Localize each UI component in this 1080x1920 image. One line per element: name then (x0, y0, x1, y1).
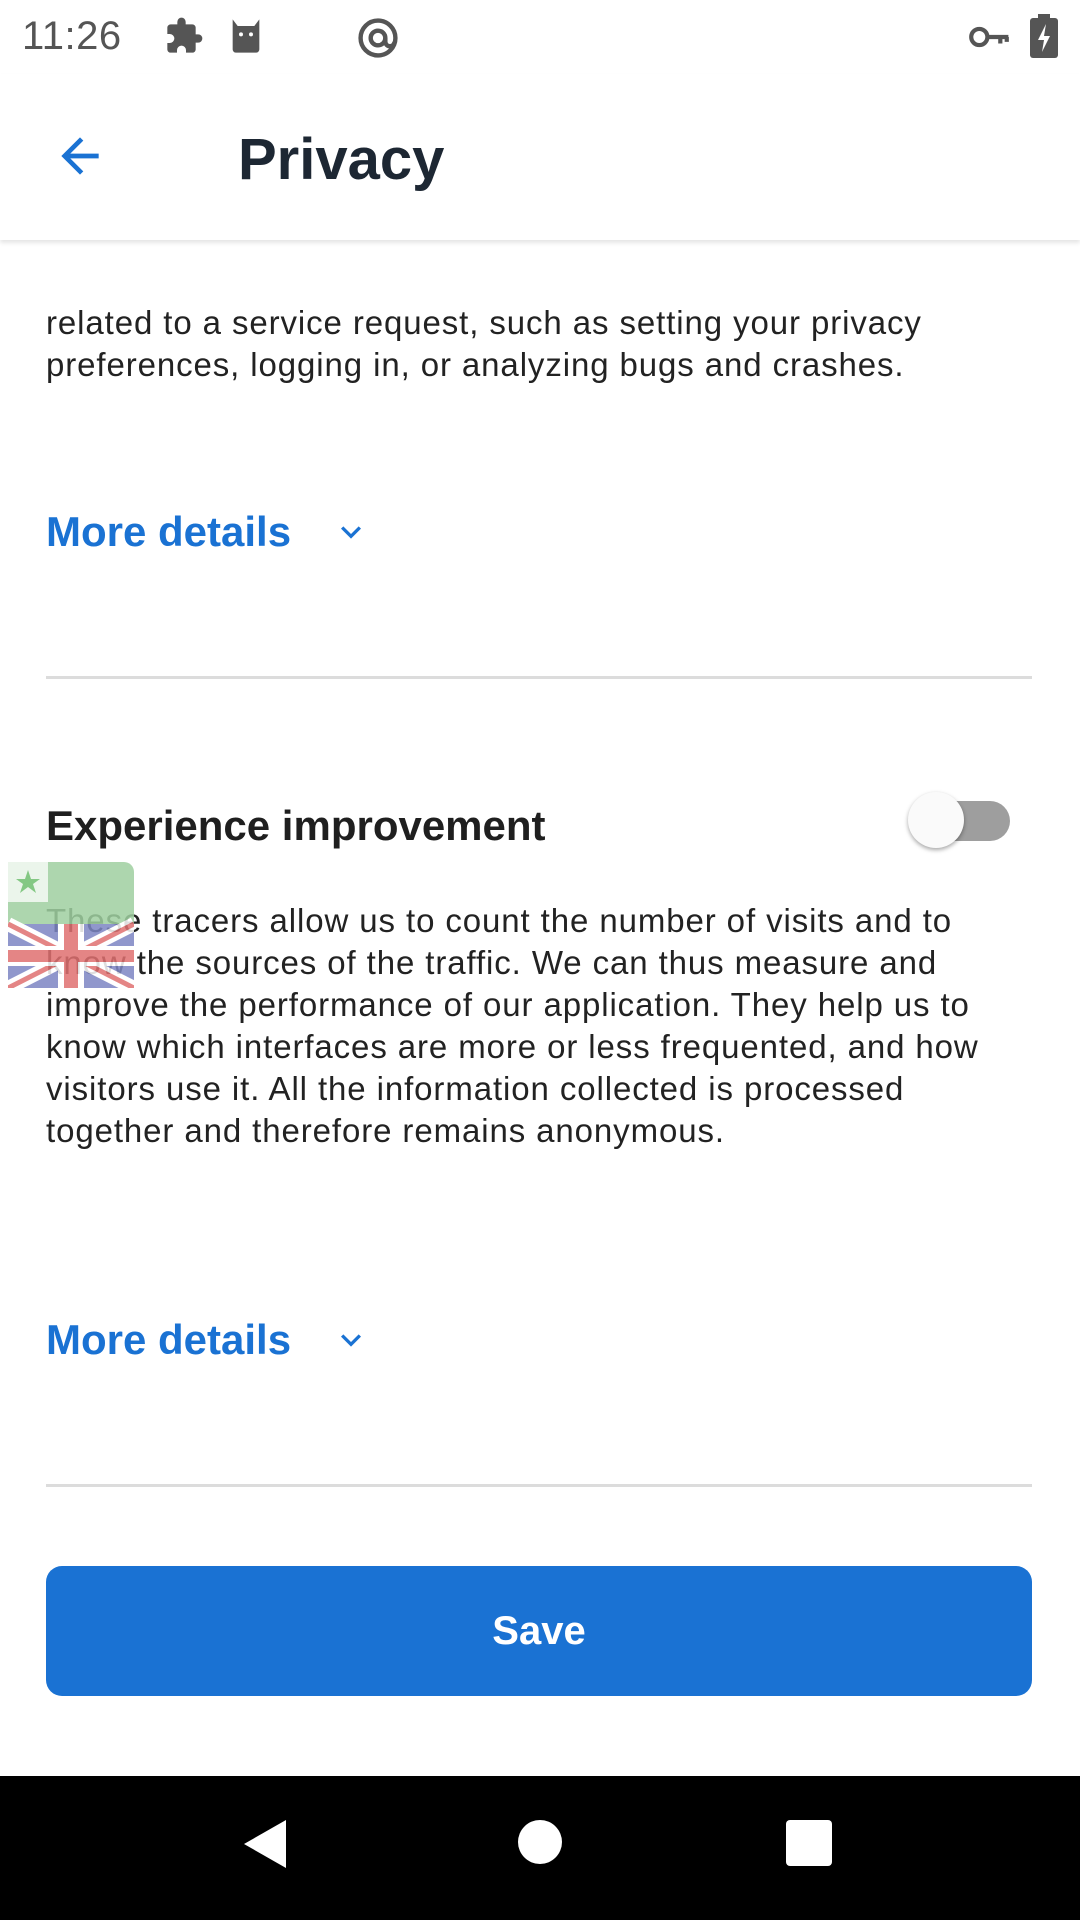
app-bar: Privacy (0, 74, 1080, 240)
language-bubble[interactable] (4, 862, 138, 995)
intro-text: related to a service request, such as se… (46, 304, 922, 383)
home-circle-icon[interactable] (516, 1818, 564, 1871)
key-icon (968, 20, 1010, 59)
experience-improvement-text: These tracers allow us to count the numb… (46, 902, 979, 1149)
at-sign-icon (356, 16, 400, 65)
save-button[interactable]: Save (46, 1566, 1032, 1696)
cat-icon (226, 16, 266, 61)
back-triangle-icon[interactable] (240, 1816, 290, 1877)
navigation-bar (0, 1776, 1080, 1920)
esperanto-uk-flag-icon (4, 862, 138, 995)
experience-improvement-title: Experience improvement (46, 802, 546, 849)
more-details-button-1[interactable]: More details (46, 508, 371, 556)
page-title: Privacy (238, 127, 445, 192)
more-details-button-2[interactable]: More details (46, 1316, 371, 1364)
more-details-label: More details (46, 508, 292, 555)
section-divider (46, 676, 1032, 679)
more-details-label: More details (46, 1316, 292, 1363)
toggle-thumb (908, 792, 964, 848)
status-time: 11:26 (22, 14, 122, 58)
privacy-content[interactable]: related to a service request, such as se… (0, 240, 1080, 1776)
recents-square-icon[interactable] (786, 1820, 832, 1871)
section-divider (46, 1484, 1032, 1487)
battery-charging-icon (1030, 14, 1058, 63)
chevron-down-icon (331, 512, 371, 552)
status-bar: 11:26 (0, 0, 1080, 74)
experience-improvement-toggle[interactable] (908, 792, 1012, 848)
back-button[interactable] (40, 118, 120, 198)
arrow-back-icon (52, 128, 108, 189)
puzzle-icon (164, 16, 204, 61)
chevron-down-icon (331, 1320, 371, 1360)
